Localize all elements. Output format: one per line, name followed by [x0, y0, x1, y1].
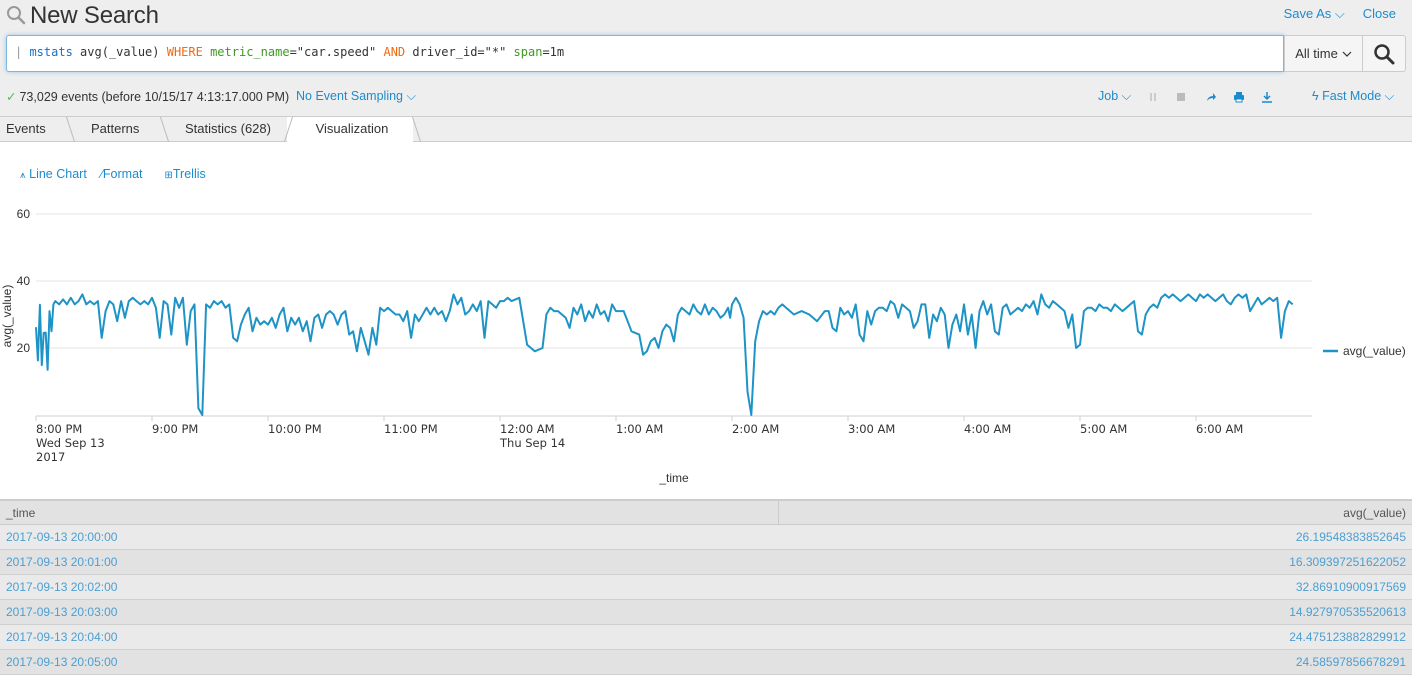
- x-tick-label: 9:00 PM: [152, 422, 198, 436]
- job-menu-button[interactable]: Job ⌵: [1098, 89, 1131, 104]
- x-tick-label: Thu Sep 14: [499, 436, 565, 450]
- table-row: 2017-09-13 20:03:00 14.927970535520613: [0, 600, 1412, 625]
- cell-value[interactable]: 24.475123882829912: [779, 625, 1412, 649]
- query-value-metric: ="car.speed": [289, 45, 384, 59]
- x-tick-label: 10:00 PM: [268, 422, 322, 436]
- title-bar: New Search: [6, 2, 159, 30]
- pause-icon[interactable]: [1147, 91, 1159, 103]
- x-tick-label: 12:00 AM: [500, 422, 555, 436]
- table-row: 2017-09-13 20:02:00 32.86910900917569: [0, 575, 1412, 600]
- x-tick-label: 4:00 AM: [964, 422, 1011, 436]
- time-range-label: All time: [1295, 46, 1338, 61]
- x-tick-label: 8:00 PM: [36, 422, 82, 436]
- x-tick-label: 2017: [36, 450, 65, 464]
- job-controls: Job ⌵: [1098, 89, 1273, 104]
- cell-time[interactable]: 2017-09-13 20:01:00: [0, 550, 779, 574]
- stop-icon[interactable]: [1175, 91, 1187, 103]
- table-row: 2017-09-13 20:01:00 16.309397251622052: [0, 550, 1412, 575]
- page-title: New Search: [30, 2, 159, 29]
- table-header: _time avg(_value): [0, 499, 1412, 525]
- y-tick-label: 40: [17, 274, 31, 288]
- search-icon: [1374, 43, 1395, 64]
- cell-time[interactable]: 2017-09-13 20:03:00: [0, 600, 779, 624]
- cell-value[interactable]: 26.19548383852645: [779, 525, 1412, 549]
- x-tick-label: 11:00 PM: [384, 422, 438, 436]
- query-function: avg(_value): [72, 45, 167, 59]
- legend-label: avg(_value): [1343, 344, 1406, 358]
- x-tick-label: 3:00 AM: [848, 422, 895, 436]
- share-icon[interactable]: [1205, 91, 1217, 103]
- search-mode-dropdown[interactable]: ϟ Fast Mode ⌵: [1312, 89, 1394, 104]
- query-arg-span: span: [513, 45, 543, 59]
- search-icon: [6, 4, 28, 28]
- column-header-time[interactable]: _time: [0, 501, 779, 524]
- tab-divider: [66, 116, 76, 142]
- query-keyword-and: AND: [383, 45, 406, 59]
- search-header: New Search Save As ⌵ Close | mstats avg(…: [0, 0, 1412, 116]
- event-count-text: 73,029 events (before 10/15/17 4:13:17.0…: [19, 89, 290, 104]
- query-field-driver: driver_id="*": [405, 45, 514, 59]
- search-query-input[interactable]: | mstats avg(_value) WHERE metric_name="…: [6, 35, 1284, 72]
- tab-visualization[interactable]: Visualization: [287, 117, 413, 143]
- results-tabs: Events Patterns Statistics (628) Visuali…: [0, 116, 1412, 143]
- query-arg-metric-name: metric_name: [202, 45, 290, 59]
- export-icon[interactable]: [1261, 91, 1273, 103]
- x-tick-label: 1:00 AM: [616, 422, 663, 436]
- cell-time[interactable]: 2017-09-13 20:05:00: [0, 650, 779, 674]
- results-table: _time avg(_value) 2017-09-13 20:00:00 26.…: [0, 499, 1412, 675]
- query-value-span: =1m: [542, 45, 565, 59]
- x-tick-label: 2:00 AM: [732, 422, 779, 436]
- tab-divider: [160, 116, 170, 142]
- lightning-icon: ϟ: [1312, 89, 1319, 103]
- search-submit-button[interactable]: [1362, 35, 1406, 72]
- column-header-avg-value[interactable]: avg(_value): [779, 501, 1412, 524]
- event-sampling-dropdown[interactable]: No Event Sampling ⌵: [296, 89, 416, 104]
- cell-value[interactable]: 14.927970535520613: [779, 600, 1412, 624]
- query-keyword-where: WHERE: [166, 45, 203, 59]
- y-tick-label: 60: [17, 207, 31, 221]
- cell-time[interactable]: 2017-09-13 20:00:00: [0, 525, 779, 549]
- series-line-avg-value[interactable]: [35, 293, 1294, 416]
- cell-time[interactable]: 2017-09-13 20:04:00: [0, 625, 779, 649]
- tab-statistics[interactable]: Statistics (628): [185, 117, 271, 142]
- x-tick-label: 6:00 AM: [1196, 422, 1243, 436]
- table-row: 2017-09-13 20:00:00 26.19548383852645: [0, 525, 1412, 550]
- query-command: mstats: [29, 45, 73, 59]
- cell-value[interactable]: 16.309397251622052: [779, 550, 1412, 574]
- cell-time[interactable]: 2017-09-13 20:02:00: [0, 575, 779, 599]
- print-icon[interactable]: [1233, 91, 1245, 103]
- x-tick-label: Wed Sep 13: [36, 436, 105, 450]
- search-mode-label: Fast Mode ⌵: [1322, 89, 1395, 103]
- tab-patterns[interactable]: Patterns: [91, 117, 139, 142]
- close-button[interactable]: Close: [1363, 6, 1396, 22]
- cell-value[interactable]: 32.86910900917569: [779, 575, 1412, 599]
- chevron-down-icon: [1342, 51, 1352, 57]
- line-chart: 20 40 60 8:00 PMWed Sep 132017 9:00 PM 10:00…: [0, 207, 1406, 485]
- job-status: ✓ 73,029 events (before 10/15/17 4:13:17…: [6, 89, 290, 105]
- legend[interactable]: avg(_value): [1323, 344, 1406, 358]
- check-icon: ✓: [6, 90, 17, 104]
- tab-events[interactable]: Events: [6, 117, 46, 142]
- cell-value[interactable]: 24.58597856678291: [779, 650, 1412, 674]
- query-pipe: |: [15, 45, 30, 59]
- visualization-panel: ⩚ Line Chart ∕Format ⊞Trellis 20 40 60 8:0…: [0, 142, 1412, 499]
- x-axis-label: _time: [658, 471, 689, 485]
- y-tick-label: 20: [17, 341, 31, 355]
- save-as-button[interactable]: Save As ⌵: [1284, 6, 1345, 22]
- y-axis-label: avg(_value): [0, 285, 14, 348]
- table-row: 2017-09-13 20:05:00 24.58597856678291: [0, 650, 1412, 675]
- table-row: 2017-09-13 20:04:00 24.475123882829912: [0, 625, 1412, 650]
- x-tick-label: 5:00 AM: [1080, 422, 1127, 436]
- tab-divider: [412, 116, 422, 142]
- time-range-picker[interactable]: All time: [1284, 35, 1363, 72]
